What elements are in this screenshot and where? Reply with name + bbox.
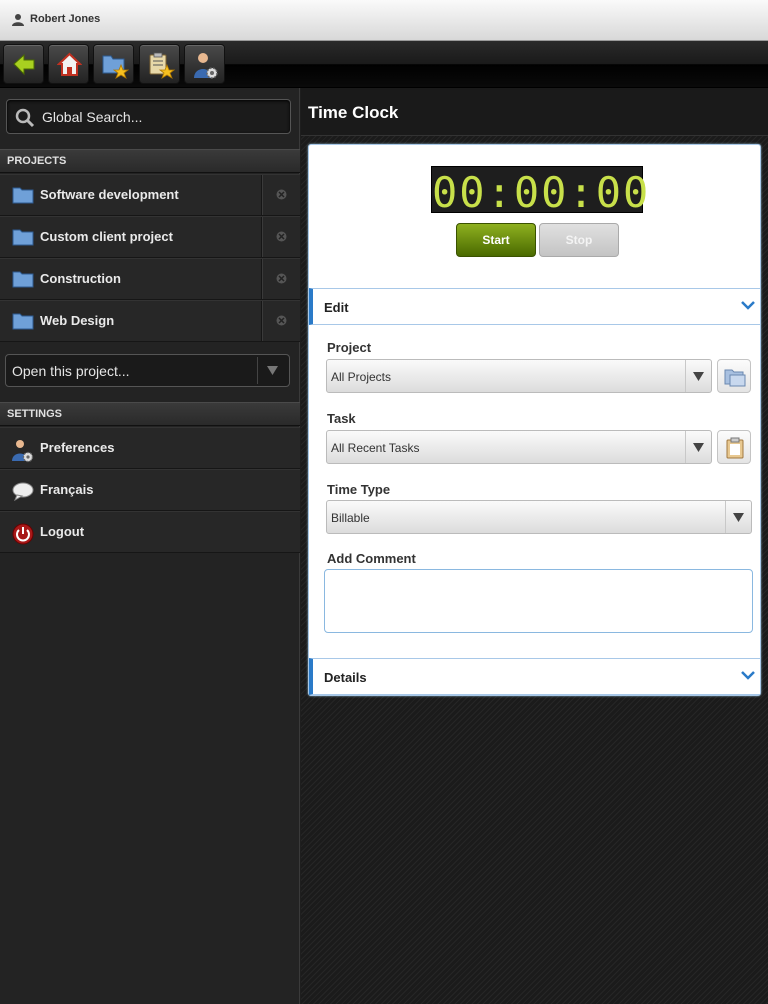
project-select-value: All Projects bbox=[331, 370, 392, 384]
user-gear-icon bbox=[194, 53, 218, 79]
favorite-tasks-button[interactable] bbox=[139, 44, 180, 84]
user-gear-icon bbox=[12, 440, 34, 463]
chevron-down-icon bbox=[741, 671, 755, 680]
time-type-select-arrow[interactable] bbox=[725, 501, 751, 533]
edit-section-toggle[interactable]: Edit bbox=[309, 288, 760, 325]
folder-icon bbox=[12, 187, 34, 204]
comment-field-label: Add Comment bbox=[327, 551, 416, 566]
clipboard-icon bbox=[726, 437, 744, 459]
back-button[interactable] bbox=[3, 44, 44, 84]
time-type-field-label: Time Type bbox=[327, 482, 391, 497]
close-icon bbox=[276, 189, 287, 200]
sidebar-item-preferences[interactable]: Preferences bbox=[0, 427, 300, 469]
remove-project-button[interactable] bbox=[261, 301, 300, 341]
language-label: Français bbox=[40, 482, 94, 497]
user-settings-button[interactable] bbox=[184, 44, 225, 84]
details-section-toggle[interactable]: Details bbox=[309, 658, 760, 695]
project-label: Custom client project bbox=[40, 229, 173, 244]
chevron-down-icon bbox=[733, 513, 744, 522]
favorite-projects-button[interactable] bbox=[93, 44, 134, 84]
sidebar-item-project[interactable]: Web Design bbox=[0, 300, 300, 342]
start-button[interactable]: Start bbox=[456, 223, 536, 257]
close-icon bbox=[276, 231, 287, 242]
stop-button[interactable]: Stop bbox=[539, 223, 619, 257]
task-select-arrow[interactable] bbox=[685, 431, 711, 463]
project-label: Construction bbox=[40, 271, 121, 286]
close-icon bbox=[276, 315, 287, 326]
folder-icon bbox=[12, 229, 34, 246]
browse-projects-button[interactable] bbox=[717, 359, 751, 393]
main-header: Time Clock bbox=[301, 88, 768, 136]
details-label: Details bbox=[324, 670, 367, 685]
sidebar-item-language[interactable]: Français bbox=[0, 469, 300, 511]
remove-project-button[interactable] bbox=[261, 175, 300, 215]
project-label: Software development bbox=[40, 187, 179, 202]
time-clock-card: 00:00:00 Start Stop Edit Project All Pro… bbox=[308, 144, 761, 696]
speech-bubble-icon bbox=[12, 482, 34, 501]
user-name: Robert Jones bbox=[30, 13, 101, 25]
edit-label: Edit bbox=[324, 300, 349, 315]
remove-project-button[interactable] bbox=[261, 259, 300, 299]
timer-display: 00:00:00 bbox=[431, 166, 648, 217]
project-field-label: Project bbox=[327, 340, 372, 355]
chevron-down-icon bbox=[693, 372, 704, 381]
project-label: Web Design bbox=[40, 313, 115, 328]
chevron-down-icon bbox=[267, 366, 278, 375]
comment-textarea[interactable] bbox=[324, 569, 753, 633]
projects-header: PROJECTS bbox=[0, 149, 300, 173]
project-select[interactable]: All Projects bbox=[326, 359, 712, 393]
title-bar: Robert Jones bbox=[0, 0, 768, 41]
settings-header: SETTINGS bbox=[0, 402, 300, 426]
clipboard-star-icon bbox=[149, 52, 176, 79]
person-icon bbox=[12, 14, 24, 26]
open-project-select[interactable]: Open this project... bbox=[5, 354, 290, 387]
power-icon bbox=[12, 523, 34, 545]
close-icon bbox=[276, 273, 287, 284]
time-type-select[interactable]: Billable bbox=[326, 500, 752, 534]
chevron-down-icon bbox=[693, 443, 704, 452]
settings-header-label: SETTINGS bbox=[7, 408, 63, 420]
preferences-label: Preferences bbox=[40, 440, 115, 455]
sidebar-item-logout[interactable]: Logout bbox=[0, 511, 300, 553]
logout-label: Logout bbox=[40, 524, 85, 539]
project-select-arrow[interactable] bbox=[685, 360, 711, 392]
projects-header-label: PROJECTS bbox=[7, 155, 67, 167]
sidebar: Global Search... PROJECTS Software devel… bbox=[0, 88, 300, 1004]
time-type-select-value: Billable bbox=[331, 511, 370, 525]
task-select[interactable]: All Recent Tasks bbox=[326, 430, 712, 464]
sidebar-item-project[interactable]: Custom client project bbox=[0, 216, 300, 258]
page-title: Time Clock bbox=[308, 103, 399, 122]
folder-star-icon bbox=[102, 55, 130, 79]
main-panel: Time Clock 00:00:00 Start Stop Edit Proj… bbox=[301, 88, 768, 1004]
timer-value: 00:00:00 bbox=[432, 168, 651, 217]
sidebar-item-project[interactable]: Construction bbox=[0, 258, 300, 300]
search-icon bbox=[15, 108, 35, 128]
open-project-dropdown[interactable] bbox=[257, 357, 287, 384]
back-arrow-icon bbox=[13, 53, 35, 76]
home-button[interactable] bbox=[48, 44, 89, 84]
global-search-input[interactable]: Global Search... bbox=[6, 99, 291, 134]
folder-icon bbox=[724, 369, 746, 387]
toolbar bbox=[0, 41, 768, 88]
search-placeholder: Global Search... bbox=[42, 109, 143, 125]
task-field-label: Task bbox=[327, 411, 356, 426]
browse-tasks-button[interactable] bbox=[717, 430, 751, 464]
sidebar-item-project[interactable]: Software development bbox=[0, 174, 300, 216]
folder-icon bbox=[12, 313, 34, 330]
remove-project-button[interactable] bbox=[261, 217, 300, 257]
home-icon bbox=[57, 52, 82, 76]
folder-icon bbox=[12, 271, 34, 288]
open-project-label: Open this project... bbox=[12, 363, 130, 379]
chevron-down-icon bbox=[741, 301, 755, 310]
task-select-value: All Recent Tasks bbox=[331, 441, 420, 455]
